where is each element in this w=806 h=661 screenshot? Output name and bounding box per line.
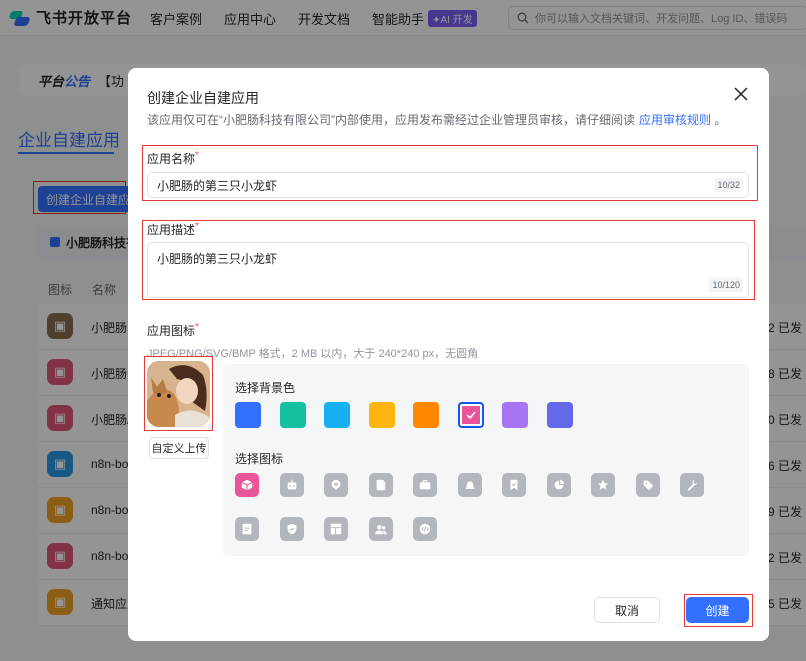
wrench-icon[interactable] — [680, 473, 704, 497]
color-swatch[interactable] — [502, 402, 528, 428]
robot-icon[interactable] — [279, 473, 304, 497]
app-description-value: 小肥肠的第三只小龙虾 — [157, 252, 278, 266]
desc-label: 应用描述* — [147, 221, 199, 238]
layout-icon[interactable] — [324, 517, 348, 541]
create-app-dialog: 创建企业自建应用 该应用仅可在“小肥肠科技有限公司”内部使用，应用发布需经过企业… — [128, 68, 769, 641]
file-text-icon[interactable] — [235, 517, 259, 541]
app-description-textarea[interactable]: 小肥肠的第三只小龙虾 10/120 — [147, 242, 749, 298]
review-rules-link[interactable]: 应用审核规则 — [639, 113, 711, 127]
required-mark: * — [195, 221, 199, 232]
app-name-value: 小肥肠的第三只小龙虾 — [157, 178, 278, 193]
code-icon[interactable] — [413, 517, 437, 541]
bg-color-label: 选择背景色 — [235, 381, 296, 395]
cancel-button[interactable]: 取消 — [594, 597, 660, 623]
color-swatch[interactable] — [279, 402, 306, 428]
custom-upload-button[interactable]: 自定义上传 — [149, 437, 209, 459]
icon-picker-panel: 选择背景色 选择图标 — [223, 364, 749, 556]
color-swatch[interactable] — [457, 402, 484, 428]
star-icon[interactable] — [591, 473, 615, 497]
required-mark: * — [195, 150, 199, 161]
document-icon[interactable] — [368, 473, 393, 497]
dialog-description-end: 。 — [714, 113, 727, 127]
color-swatch[interactable] — [324, 402, 350, 428]
pie-chart-icon[interactable] — [546, 473, 571, 497]
highlight-box — [684, 594, 753, 627]
dialog-description-text: 该应用仅可在“小肥肠科技有限公司”内部使用，应用发布需经过企业管理员审核，请仔细… — [147, 113, 635, 127]
shield-check-icon[interactable] — [279, 517, 304, 541]
desc-label-text: 应用描述 — [147, 223, 196, 237]
plus-pin-icon[interactable] — [324, 473, 348, 497]
desc-char-count: 10/120 — [709, 278, 743, 292]
tag-icon[interactable] — [635, 473, 660, 497]
dialog-description: 该应用仅可在“小肥肠科技有限公司”内部使用，应用发布需经过企业管理员审核，请仔细… — [147, 111, 726, 128]
users-icon[interactable] — [368, 517, 393, 541]
cube-icon[interactable] — [235, 473, 259, 497]
name-label-text: 应用名称 — [147, 152, 196, 166]
bell-icon[interactable] — [457, 473, 482, 497]
icon-label-text: 应用图标 — [147, 324, 196, 338]
required-mark: * — [195, 322, 199, 333]
briefcase-icon[interactable] — [413, 473, 437, 497]
dialog-title: 创建企业自建应用 — [147, 90, 259, 106]
app-name-input[interactable]: 小肥肠的第三只小龙虾 10/32 — [147, 172, 749, 198]
icon-label: 应用图标* — [147, 322, 199, 339]
color-swatch[interactable] — [546, 402, 573, 428]
color-swatch[interactable] — [413, 402, 439, 428]
check-icon — [465, 411, 476, 420]
name-char-count: 10/32 — [714, 178, 743, 192]
bookmark-icon[interactable] — [502, 473, 526, 497]
color-swatch[interactable] — [368, 402, 395, 428]
color-swatch[interactable] — [235, 402, 261, 428]
close-icon[interactable] — [733, 86, 749, 102]
icon-pick-label: 选择图标 — [235, 452, 284, 466]
name-label: 应用名称* — [147, 150, 199, 167]
highlight-box — [144, 356, 213, 431]
